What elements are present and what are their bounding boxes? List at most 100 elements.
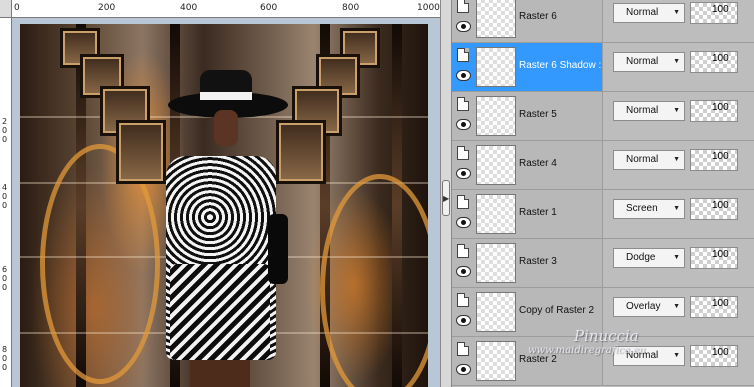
layer-thumbnail[interactable] bbox=[476, 194, 516, 234]
face bbox=[214, 110, 238, 146]
layer-thumbnail[interactable] bbox=[476, 47, 516, 87]
blend-mode-value: Normal bbox=[626, 105, 659, 116]
layer-properties: Normal ▼ 100 bbox=[602, 0, 754, 42]
visibility-eye-icon[interactable] bbox=[456, 168, 471, 179]
layer-name-cell[interactable]: Copy of Raster 2 bbox=[452, 288, 602, 336]
blend-mode-value: Dodge bbox=[626, 252, 656, 263]
layer-row[interactable]: Raster 6 Normal ▼ 100 bbox=[452, 0, 754, 43]
dropdown-arrow-icon[interactable]: ▼ bbox=[673, 102, 680, 120]
ruler-label-char: 0 bbox=[2, 192, 8, 201]
layer-group-icon[interactable] bbox=[457, 146, 469, 160]
dropdown-arrow-icon[interactable]: ▼ bbox=[673, 347, 680, 365]
ruler-label: 600 bbox=[260, 3, 278, 13]
arch-right bbox=[320, 174, 428, 387]
ruler-label: 1000 bbox=[417, 3, 440, 13]
ruler-label: 400 bbox=[180, 3, 198, 13]
layer-thumbnail[interactable] bbox=[476, 292, 516, 332]
blend-mode-dropdown[interactable]: Screen ▼ bbox=[613, 199, 685, 219]
layer-name: Raster 5 bbox=[519, 109, 557, 120]
blend-mode-dropdown[interactable]: Normal ▼ bbox=[613, 101, 685, 121]
opacity-value: 100 bbox=[712, 347, 729, 358]
dropdown-arrow-icon[interactable]: ▼ bbox=[673, 249, 680, 267]
layer-name-cell[interactable]: Raster 4 bbox=[452, 141, 602, 189]
visibility-eye-icon[interactable] bbox=[456, 21, 471, 32]
layer-row[interactable]: Raster 6 Shadow : 1 Normal ▼ 100 bbox=[452, 43, 754, 92]
layer-row[interactable]: Copy of Raster 2 Overlay ▼ 100 bbox=[452, 288, 754, 337]
blend-mode-value: Normal bbox=[626, 350, 659, 361]
blend-mode-dropdown[interactable]: Normal ▼ bbox=[613, 3, 685, 23]
layer-properties: Overlay ▼ 100 bbox=[602, 288, 754, 336]
layer-thumbnail[interactable] bbox=[476, 243, 516, 283]
layer-name-cell[interactable]: Raster 2 bbox=[452, 337, 602, 385]
layer-properties: Normal ▼ 100 bbox=[602, 43, 754, 91]
blend-mode-dropdown[interactable]: Overlay ▼ bbox=[613, 297, 685, 317]
layer-name: Raster 4 bbox=[519, 158, 557, 169]
blend-mode-value: Normal bbox=[626, 154, 659, 165]
layer-name: Raster 1 bbox=[519, 207, 557, 218]
ruler-label-char: 0 bbox=[2, 283, 8, 292]
visibility-eye-icon[interactable] bbox=[456, 119, 471, 130]
canvas-area[interactable]: 0 200 400 600 800 1000 200400600800 bbox=[0, 0, 440, 387]
dress-skirt bbox=[170, 264, 270, 360]
opacity-value: 100 bbox=[712, 4, 729, 15]
layer-properties: Normal ▼ 100 bbox=[602, 337, 754, 385]
layer-name-cell[interactable]: Raster 3 bbox=[452, 239, 602, 287]
ruler-label-char: 6 bbox=[2, 265, 8, 274]
dropdown-arrow-icon[interactable]: ▼ bbox=[673, 298, 680, 316]
dropdown-arrow-icon[interactable]: ▼ bbox=[673, 4, 680, 22]
layer-group-icon[interactable] bbox=[457, 244, 469, 258]
legs bbox=[190, 360, 250, 387]
ruler-label: 0 bbox=[14, 3, 20, 13]
layer-group-icon[interactable] bbox=[457, 97, 469, 111]
dropdown-arrow-icon[interactable]: ▼ bbox=[673, 200, 680, 218]
visibility-eye-icon[interactable] bbox=[456, 364, 471, 375]
blend-mode-dropdown[interactable]: Dodge ▼ bbox=[613, 248, 685, 268]
opacity-value: 100 bbox=[712, 249, 729, 260]
opacity-value: 100 bbox=[712, 200, 729, 211]
layer-row[interactable]: Raster 2 Normal ▼ 100 bbox=[452, 337, 754, 386]
ruler-label-char: 0 bbox=[2, 201, 8, 210]
layer-name-cell[interactable]: Raster 6 bbox=[452, 0, 602, 42]
layer-row[interactable]: Raster 4 Normal ▼ 100 bbox=[452, 141, 754, 190]
layer-thumbnail[interactable] bbox=[476, 145, 516, 185]
blend-mode-dropdown[interactable]: Normal ▼ bbox=[613, 150, 685, 170]
layer-group-icon[interactable] bbox=[457, 342, 469, 356]
layer-row[interactable]: Raster 3 Dodge ▼ 100 bbox=[452, 239, 754, 288]
visibility-eye-icon[interactable] bbox=[456, 315, 471, 326]
woman-figure bbox=[150, 64, 310, 387]
blend-mode-dropdown[interactable]: Normal ▼ bbox=[613, 52, 685, 72]
layer-group-icon[interactable] bbox=[457, 293, 469, 307]
layer-row[interactable]: Raster 1 Screen ▼ 100 bbox=[452, 190, 754, 239]
layer-name-cell[interactable]: Raster 1 bbox=[452, 190, 602, 238]
panel-splitter[interactable]: ▶ bbox=[440, 0, 452, 387]
layer-thumbnail[interactable] bbox=[476, 341, 516, 381]
canvas-image[interactable] bbox=[20, 24, 428, 387]
collapse-arrow-icon[interactable]: ▶ bbox=[443, 194, 449, 203]
ruler-label-char: 8 bbox=[2, 345, 8, 354]
ruler-label-char: 0 bbox=[2, 363, 8, 372]
blend-mode-dropdown[interactable]: Normal ▼ bbox=[613, 346, 685, 366]
layer-row[interactable]: Raster 5 Normal ▼ 100 bbox=[452, 92, 754, 141]
dropdown-arrow-icon[interactable]: ▼ bbox=[673, 53, 680, 71]
layer-name: Copy of Raster 2 bbox=[519, 305, 595, 316]
visibility-eye-icon[interactable] bbox=[456, 70, 471, 81]
layer-name-cell[interactable]: Raster 5 bbox=[452, 92, 602, 140]
layer-thumbnail[interactable] bbox=[476, 96, 516, 136]
layer-properties: Normal ▼ 100 bbox=[602, 141, 754, 189]
layer-name-cell[interactable]: Raster 6 Shadow : 1 bbox=[452, 43, 610, 91]
layer-group-icon[interactable] bbox=[457, 48, 469, 62]
ruler-label-char: 0 bbox=[2, 354, 8, 363]
layer-name: Raster 3 bbox=[519, 256, 557, 267]
opacity-value: 100 bbox=[712, 102, 729, 113]
opacity-value: 100 bbox=[712, 53, 729, 64]
layer-thumbnail[interactable] bbox=[476, 0, 516, 38]
dropdown-arrow-icon[interactable]: ▼ bbox=[673, 151, 680, 169]
visibility-eye-icon[interactable] bbox=[456, 217, 471, 228]
visibility-eye-icon[interactable] bbox=[456, 266, 471, 277]
ruler-label-char: 4 bbox=[2, 183, 8, 192]
hat-band bbox=[200, 92, 252, 100]
layer-group-icon[interactable] bbox=[457, 0, 469, 13]
layer-group-icon[interactable] bbox=[457, 195, 469, 209]
ruler-label: 200 bbox=[98, 3, 116, 13]
layer-name: Raster 6 Shadow : 1 bbox=[519, 60, 610, 71]
